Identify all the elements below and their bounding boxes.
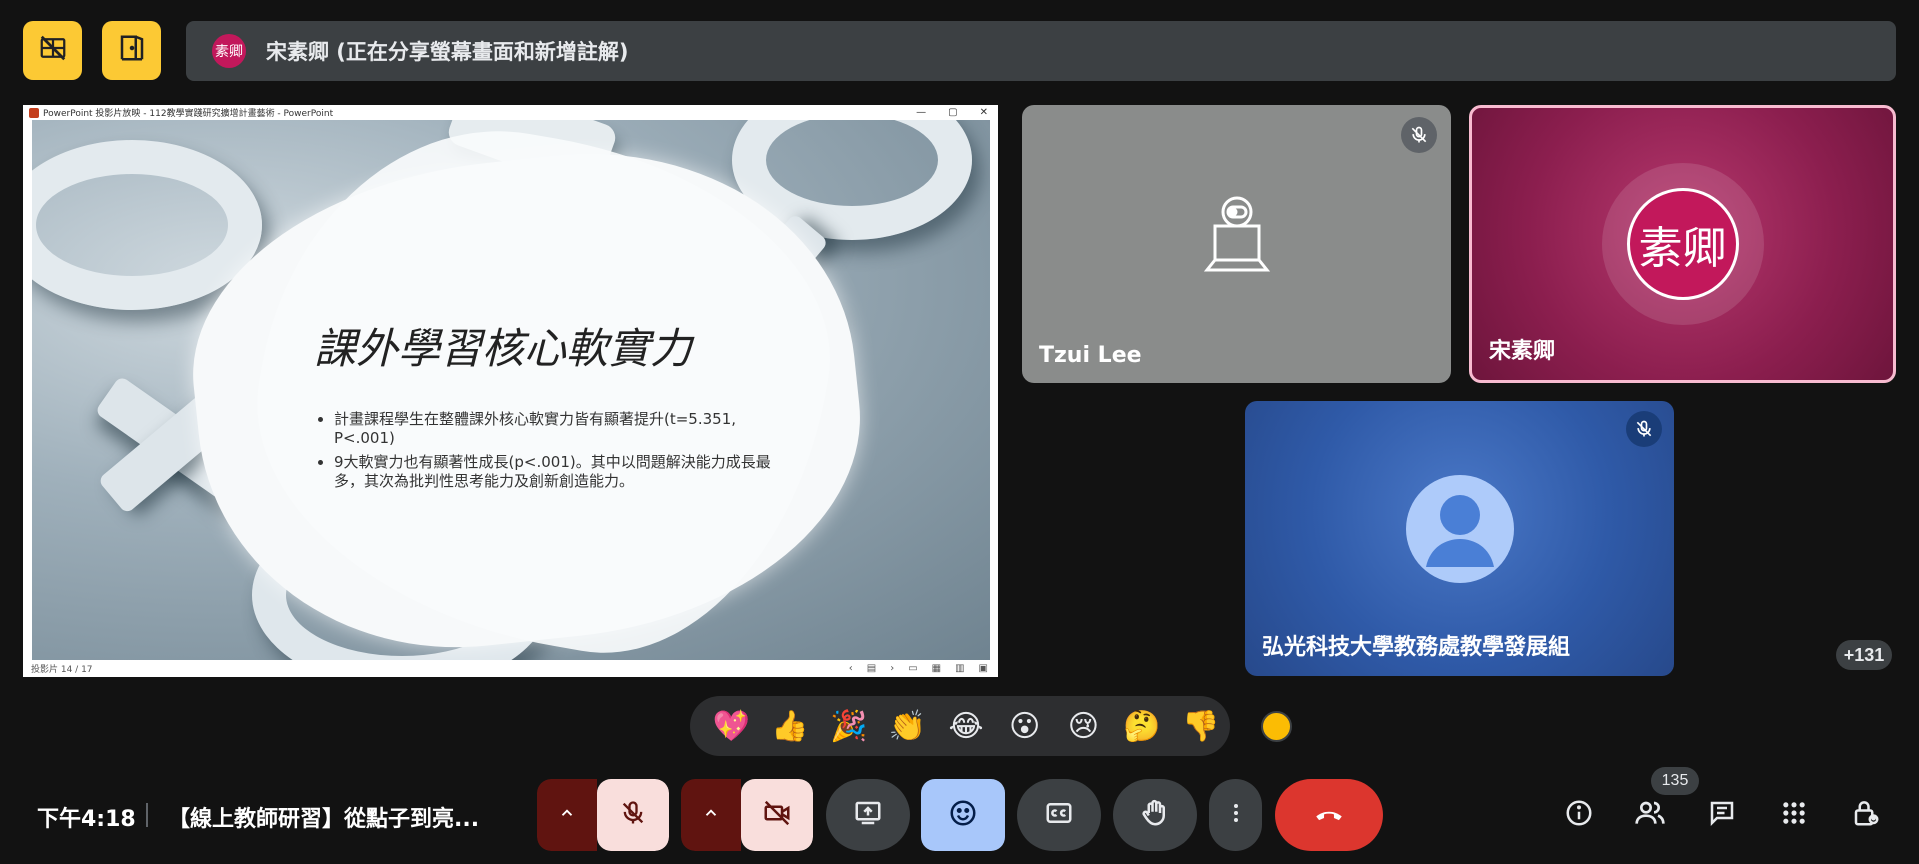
meeting-clock: 下午4:18 (37, 807, 136, 832)
shared-screen[interactable]: PowerPoint 投影片放映 - 112教學實踐研究擴增計畫藝術 - Pow… (23, 105, 998, 677)
camera-off-icon (762, 798, 792, 833)
muted-mic-icon (1401, 117, 1437, 153)
raise-hand-button[interactable] (1113, 779, 1197, 851)
exit-button[interactable] (102, 21, 161, 80)
chat-icon (1707, 798, 1737, 833)
present-screen-button[interactable] (826, 779, 910, 851)
meeting-title: 【線上教師研習】從點子到亮... (168, 807, 480, 832)
reaction-sad[interactable]: 😢 (1054, 700, 1113, 752)
captions-button[interactable] (1017, 779, 1101, 851)
avatar: 素卿 (1626, 188, 1739, 300)
participant-tile-active-speaker[interactable]: 素卿 宋素卿 (1469, 105, 1896, 383)
video-options-button[interactable] (681, 779, 741, 851)
host-controls-button[interactable] (1842, 791, 1890, 839)
sorter-view-icon: ▦ (931, 663, 942, 674)
participant-tile[interactable]: Tzui Lee (1022, 105, 1451, 383)
mic-toggle-button[interactable] (597, 779, 669, 851)
hide-tiles-button[interactable] (23, 21, 82, 80)
apps-grid-icon (1780, 799, 1808, 832)
reading-view-icon: ▥ (955, 663, 965, 674)
reaction-thumbs-up[interactable]: 👍 (761, 700, 820, 752)
mic-off-icon (619, 799, 647, 832)
smiley-icon (948, 798, 978, 833)
slideshow-view-icon: ▣ (978, 663, 988, 674)
divider (146, 803, 148, 827)
reaction-clap[interactable]: 👏 (878, 700, 937, 752)
presenter-avatar: 素卿 (212, 34, 246, 68)
slide: 課外學習核心軟實力 計畫課程學生在整體課外核心軟實力皆有顯著提升(t=5.351… (32, 120, 990, 660)
reaction-thumbs-down[interactable]: 👎 (1171, 700, 1230, 752)
slide-bullet: 計畫課程學生在整體課外核心軟實力皆有顯著提升(t=5.351, P<.001) (334, 410, 774, 448)
slide-bullets: 計畫課程學生在整體課外核心軟實力皆有顯著提升(t=5.351, P<.001) … (314, 410, 774, 496)
slide-bullet: 9大軟實力也有顯著性成長(p<.001)。其中以問題解決能力成長最多，其次為批判… (334, 453, 774, 491)
default-person-avatar-icon (1405, 474, 1514, 588)
end-call-icon (1312, 796, 1346, 835)
slide-menu-icon: ▤ (866, 663, 877, 674)
presenter-status-text: 宋素卿 (正在分享螢幕畫面和新增註解) (266, 40, 629, 64)
lock-person-icon (1851, 798, 1881, 833)
next-slide-icon: › (890, 663, 895, 674)
participant-name: 宋素卿 (1489, 339, 1556, 364)
reaction-laugh[interactable]: 😂 (937, 700, 996, 752)
present-screen-icon (853, 798, 883, 833)
chat-button[interactable] (1698, 791, 1746, 839)
reaction-thinking[interactable]: 🤔 (1113, 700, 1172, 752)
audio-options-button[interactable] (537, 779, 597, 851)
more-vert-icon (1224, 801, 1248, 830)
hand-icon (1140, 798, 1170, 833)
ppt-titlebar: PowerPoint 投影片放映 - 112教學實踐研究擴增計畫藝術 - Pow… (23, 105, 998, 120)
more-options-button[interactable] (1209, 779, 1262, 851)
mic-control-group (537, 779, 669, 851)
participant-name: 弘光科技大學教務處教學發展組 (1262, 635, 1571, 660)
muted-mic-icon (1626, 411, 1662, 447)
prev-slide-icon: ‹ (848, 663, 853, 674)
slide-counter: 投影片 14 / 17 (31, 665, 93, 675)
participant-tile[interactable]: 弘光科技大學教務處教學發展組 (1245, 401, 1674, 676)
normal-view-icon: ▭ (908, 663, 918, 674)
restore-icon: ▢ (948, 107, 958, 118)
camera-toggle-button[interactable] (741, 779, 813, 851)
meeting-details-button[interactable] (1555, 791, 1603, 839)
reaction-surprised[interactable]: 😮 (995, 700, 1054, 752)
leave-call-button[interactable] (1275, 779, 1383, 851)
participant-name: Tzui Lee (1039, 343, 1142, 368)
exit-door-icon (117, 33, 147, 68)
people-icon (1634, 797, 1666, 834)
more-participants-badge[interactable]: +131 (1836, 640, 1892, 670)
hide-tiles-icon (38, 33, 68, 68)
reaction-heart[interactable]: 💖 (702, 700, 761, 752)
presenter-banner: 素卿 宋素卿 (正在分享螢幕畫面和新增註解) (186, 21, 1896, 81)
chevron-up-icon (702, 804, 720, 827)
avatar-ring: 素卿 (1601, 163, 1764, 325)
reactions-bar: 💖 👍 🎉 👏 😂 😮 😢 🤔 👎 (690, 696, 1230, 756)
slide-title: 課外學習核心軟實力 (313, 324, 692, 373)
reaction-party[interactable]: 🎉 (819, 700, 878, 752)
camera-control-group (681, 779, 813, 851)
ppt-statusbar: 投影片 14 / 17 ‹ ▤ › ▭ ▦ ▥ ▣ (23, 660, 998, 677)
chevron-up-icon (558, 804, 576, 827)
powerpoint-icon (29, 107, 39, 118)
close-icon: ✕ (979, 107, 988, 118)
info-icon (1564, 798, 1594, 833)
ppt-window-title: PowerPoint 投影片放映 - 112教學實踐研究擴增計畫藝術 - Pow… (43, 109, 334, 119)
reactions-toggle-button[interactable] (921, 779, 1005, 851)
minimize-icon: — (916, 107, 927, 118)
skin-tone-picker[interactable] (1261, 711, 1292, 742)
people-button[interactable] (1626, 791, 1674, 839)
closed-captions-icon (1044, 798, 1074, 833)
activities-button[interactable] (1770, 791, 1818, 839)
camera-off-icon (1195, 192, 1279, 281)
